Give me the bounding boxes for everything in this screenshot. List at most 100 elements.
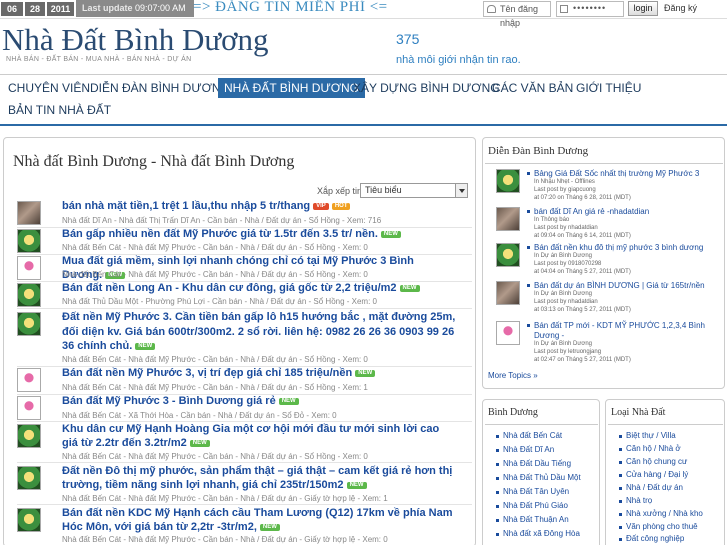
post-thumbnail[interactable]	[496, 321, 520, 345]
link-can-ho[interactable]: Căn hộ / Nhà ở	[619, 444, 681, 453]
topic-list-panel: Nhà đất Bình Dương - Nhà đất Bình Dương …	[3, 137, 476, 545]
topic-title-text[interactable]: Bán đất nền KDC Mỹ Hạnh cách cầu Tham Lư…	[62, 507, 452, 533]
forum-panel: Diễn Đàn Bình Dương Bảng Giá Đất Sốc nhấ…	[482, 137, 725, 389]
topic-meta: Nhà đất Dĩ An - Nhà đất Thị Trấn Dĩ An -…	[62, 216, 382, 225]
new-badge: NEW	[189, 439, 210, 447]
topic-title-text[interactable]: Bán đất nền Long An - Khu dân cư đông, g…	[62, 282, 397, 294]
link-du-an[interactable]: Nhà / Đất dự án	[619, 483, 683, 492]
link-thuan-an[interactable]: Nhà Đất Thuận An	[496, 515, 569, 524]
topic-thumbnail[interactable]	[17, 396, 41, 420]
post-title[interactable]: Bán đất nền khu đô thị mỹ phước 3 bình d…	[527, 243, 724, 253]
topic-title[interactable]: Bán đất nền KDC Mỹ Hạnh cách cầu Tham Lư…	[62, 506, 457, 534]
lock-icon	[560, 5, 568, 13]
link-dat-cong-nghiep[interactable]: Đất công nghiệp	[618, 534, 684, 543]
free-post-link[interactable]: => ĐĂNG TIN MIỄN PHÍ <=	[193, 0, 388, 16]
post-title[interactable]: Bán đất TP mới - KDT MỸ PHƯỚC 1,2,3,4 Bì…	[527, 321, 724, 341]
post-thumbnail[interactable]	[496, 281, 520, 305]
post-title[interactable]: Bán đất dự án BÌNH DƯƠNG | Giá từ 165tr/…	[527, 281, 724, 291]
link-dong-hoa[interactable]: Nhà đất xã Đông Hòa	[496, 529, 580, 538]
topic-title-text[interactable]: bán nhà mặt tiền,1 trệt 1 lầu,thu nhập 5…	[62, 200, 310, 212]
post-forum[interactable]: In Nhậu Nhẹt - Offlines	[534, 179, 595, 185]
post-forum[interactable]: In Dự án Bình Dương	[534, 341, 592, 347]
post-forum[interactable]: In Thông báo	[534, 217, 569, 223]
post-time: at 02:47 on Tháng 5 27, 2011 (MDT)	[534, 357, 631, 363]
post-thumbnail[interactable]	[496, 243, 520, 267]
link-van-phong[interactable]: Văn phòng cho thuê	[619, 522, 698, 531]
topic-title[interactable]: Đất nền Đô thị mỹ phước, sản phẩm thật –…	[62, 464, 457, 492]
sort-value: Tiêu biểu	[365, 185, 402, 195]
post-title[interactable]: bán đất Dĩ An giá rẻ -nhadatdian	[527, 207, 724, 217]
topic-title[interactable]: Khu dân cư Mỹ Hạnh Hoàng Gia một cơ hội …	[62, 422, 457, 450]
nav-gioi-thieu[interactable]: GIỚI THIỆU	[570, 78, 647, 98]
topic-thumbnail[interactable]	[17, 312, 41, 336]
new-badge: NEW	[278, 397, 299, 405]
broker-count-text: nhà môi giới nhận tin rao.	[396, 54, 521, 66]
topic-thumbnail[interactable]	[17, 201, 41, 225]
topic-thumbnail[interactable]	[17, 368, 41, 392]
topic-meta: Nhà đất Bến Cát - Nhà đất Mỹ Phước - Cần…	[62, 270, 368, 279]
topic-title[interactable]: Bán gấp nhiều nền đất Mỹ Phước giá từ 1.…	[62, 227, 457, 241]
topic-thumbnail[interactable]	[17, 424, 41, 448]
sort-label: Xắp xếp tin	[317, 186, 363, 196]
post-thumbnail[interactable]	[496, 169, 520, 193]
topic-title-text[interactable]: Bán đất nền Mỹ Phước 3, vị trí đẹp giá c…	[62, 367, 352, 379]
nav-ban-tin[interactable]: BẢN TIN NHÀ ĐẤT	[2, 100, 117, 120]
link-tan-uyen[interactable]: Nhà Đất Tân Uyên	[495, 487, 569, 496]
site-logo[interactable]: Nhà Đất Bình Dương	[2, 22, 269, 58]
nav-van-ban[interactable]: CÁC VĂN BẢN	[486, 78, 579, 98]
topic-thumbnail[interactable]	[17, 508, 41, 532]
topic-thumbnail[interactable]	[17, 466, 41, 490]
link-thu-dau-mot[interactable]: Nhà Đất Thủ Dầu Một	[496, 473, 581, 482]
more-topics-link[interactable]: More Topics »	[488, 371, 538, 380]
last-update: Last update 09:07:00 AM GMT	[76, 0, 194, 30]
link-cua-hang[interactable]: Cửa hàng / Đại lý	[618, 470, 688, 479]
divider	[485, 163, 723, 164]
sort-select[interactable]: Tiêu biểu	[360, 183, 468, 198]
post-thumbnail[interactable]	[496, 207, 520, 231]
username-field[interactable]: Tên đăng nhập	[483, 1, 551, 28]
topic-title-text[interactable]: Khu dân cư Mỹ Hạnh Hoàng Gia một cơ hội …	[62, 423, 439, 449]
password-field[interactable]: ••••••••	[556, 1, 624, 17]
post-title[interactable]: Bảng Giá Đất Sốc nhất thị trường Mỹ Phướ…	[527, 169, 724, 179]
topic-title-text[interactable]: Đất nền Mỹ Phước 3. Cần tiền bán gấp lô …	[62, 311, 455, 352]
page-title: Nhà đất Bình Dương - Nhà đất Bình Dương	[13, 153, 295, 170]
nav-xay-dung[interactable]: XÂY DỰNG BÌNH DƯƠNG	[347, 78, 506, 98]
link-dau-tieng[interactable]: Nhà Đất Dầu Tiếng	[495, 459, 571, 468]
topic-meta: Nhà đất Bến Cát - Nhà đất Mỹ Phước - Cần…	[62, 535, 388, 544]
post-author: Last post by giapcuong	[534, 187, 596, 193]
topic-thumbnail[interactable]	[17, 283, 41, 307]
post-forum[interactable]: In Dự án Bình Dương	[534, 291, 592, 297]
topic-thumbnail[interactable]	[17, 229, 41, 253]
link-chung-cu[interactable]: Căn hộ chung cư	[618, 457, 687, 466]
nav-dien-dan[interactable]: DIỄN ĐÀN BÌNH DƯƠNG	[84, 78, 236, 98]
link-phu-giao[interactable]: Nhà Đất Phú Giáo	[496, 501, 568, 510]
topic-title-text[interactable]: Bán đất Mỹ Phước 3 - Bình Dương giá rẻ	[62, 395, 276, 407]
post-forum[interactable]: In Dự án Bình Dương	[534, 253, 592, 259]
topic-title[interactable]: bán nhà mặt tiền,1 trệt 1 lầu,thu nhập 5…	[62, 199, 457, 213]
login-button[interactable]: login	[628, 1, 658, 16]
link-biet-thu[interactable]: Biệt thự / Villa	[619, 431, 676, 440]
post-author: Last post by nhadatdian	[534, 299, 598, 305]
topic-thumbnail[interactable]	[17, 256, 41, 280]
topic-meta: Nhà đất Bến Cát - Nhà đất Mỹ Phước - Cần…	[62, 383, 368, 392]
nav-chuyen-vien[interactable]: CHUYÊN VIÊN	[2, 78, 96, 98]
binh-duong-panel: Bình Dương Nhà đất Bến Cát Nhà Đất Dĩ An…	[482, 399, 600, 545]
divider	[608, 424, 723, 425]
register-link[interactable]: Đăng ký	[664, 3, 697, 13]
topic-title[interactable]: Bán đất Mỹ Phước 3 - Bình Dương giá rẻ NE…	[62, 394, 457, 408]
new-badge: NEW	[355, 369, 376, 377]
link-nha-tro[interactable]: Nhà trọ	[618, 496, 652, 505]
forum-title: Diễn Đàn Bình Dương	[488, 145, 589, 157]
topic-title-text[interactable]: Đất nền Đô thị mỹ phước, sản phẩm thật –…	[62, 465, 452, 491]
topic-title-text[interactable]: Bán gấp nhiều nền đất Mỹ Phước giá từ 1.…	[62, 228, 378, 240]
topic-title[interactable]: Bán đất nền Long An - Khu dân cư đông, g…	[62, 281, 457, 295]
topic-title[interactable]: Bán đất nền Mỹ Phước 3, vị trí đẹp giá c…	[62, 366, 457, 380]
link-ben-cat[interactable]: Nhà đất Bến Cát	[495, 431, 562, 440]
topic-title[interactable]: Đất nền Mỹ Phước 3. Cần tiền bán gấp lô …	[62, 310, 457, 354]
new-badge: NEW	[399, 284, 420, 292]
link-di-an[interactable]: Nhà Đất Dĩ An	[495, 445, 554, 454]
nav-nha-dat[interactable]: NHÀ ĐẤT BÌNH DƯƠNG	[218, 78, 365, 98]
property-type-panel: Loại Nhà Đất Biệt thự / Villa Căn hộ / N…	[605, 399, 725, 545]
link-nha-xuong[interactable]: Nhà xưởng / Nhà kho	[619, 509, 703, 518]
topic-meta: Nhà đất Bến Cát - Nhà đất Mỹ Phước - Cần…	[62, 452, 368, 461]
